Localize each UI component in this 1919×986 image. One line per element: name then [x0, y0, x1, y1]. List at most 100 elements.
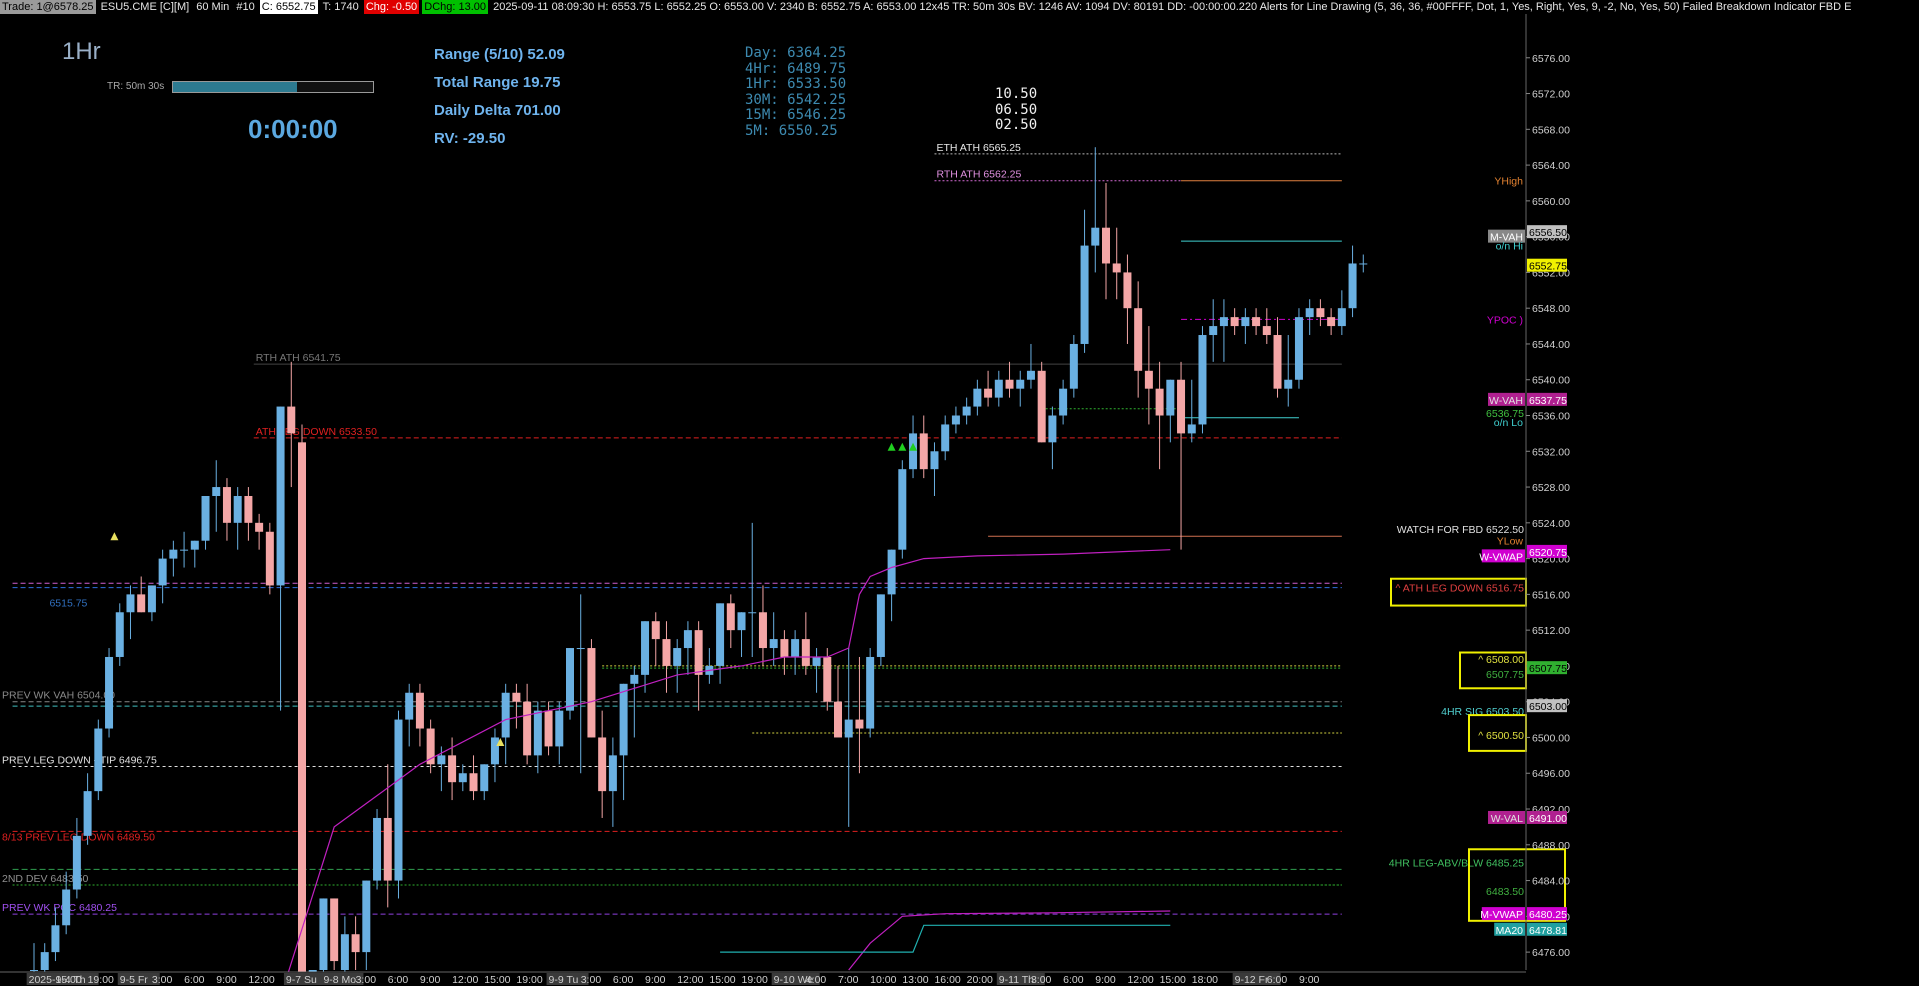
price-chart[interactable]: ETH ATH 6565.25 RTH ATH 6562.25 RTH ATH 65…: [0, 0, 1919, 986]
right-label: o/n Hi: [1496, 241, 1523, 253]
candle-body: [340, 934, 349, 970]
candle-body: [201, 496, 210, 541]
candle-body: [51, 925, 60, 953]
candle-body: [533, 710, 542, 756]
candle-body: [1177, 379, 1186, 434]
candle-body: [180, 549, 189, 551]
candle-body: [319, 898, 328, 970]
y-tick-label: 6572.00: [1532, 89, 1570, 101]
candle-body: [823, 656, 832, 702]
x-tick-label: 9:00: [420, 974, 441, 986]
candle-body: [137, 594, 146, 613]
y-tick-label: 6564.00: [1532, 160, 1570, 172]
y-tick-label: 6500.00: [1532, 732, 1570, 744]
misc-numbers: 10.50 06.50 02.50: [995, 86, 1038, 134]
price-tag: 6507.75: [1529, 663, 1567, 675]
x-tick-label: 13:00: [902, 974, 928, 986]
misc-number-1: 10.50: [995, 86, 1038, 102]
candle-body: [244, 496, 253, 523]
candle-body: [190, 540, 199, 550]
candle-body: [662, 639, 671, 666]
signal-marker: [898, 442, 907, 451]
price-tag: 6552.75: [1529, 261, 1567, 273]
y-tick-label: 6568.00: [1532, 124, 1570, 136]
candle-body: [1123, 272, 1132, 309]
level-label: PREV LEG DOWN - TIP 6496.75: [2, 755, 157, 767]
candle-body: [265, 531, 274, 586]
x-tick-label: 9-8 Mo: [323, 974, 356, 986]
candle-body: [726, 603, 735, 631]
candle-body: [287, 406, 296, 434]
candle-body: [405, 692, 414, 720]
x-tick-label: 12:00: [1127, 974, 1153, 986]
time-remaining-bar: [172, 81, 374, 93]
x-tick-label: 12:00: [677, 974, 703, 986]
tf-level-15m: 15M: 6546.25: [745, 107, 847, 123]
y-tick-label: 6540.00: [1532, 375, 1570, 387]
candle-body: [448, 755, 457, 783]
candle-body: [608, 755, 617, 792]
candle-body: [683, 630, 692, 649]
candle-body: [1209, 326, 1218, 336]
stat-range: Range (5/10) 52.09: [434, 46, 565, 63]
candle-body: [276, 406, 285, 586]
candle-body: [233, 496, 242, 523]
candle-body: [1091, 227, 1100, 246]
candle-body: [673, 648, 682, 666]
left-price-tag: 6515.75: [49, 598, 87, 610]
level-label: ^ 6508.00: [1478, 654, 1524, 666]
y-tick-label: 6496.00: [1532, 768, 1570, 780]
level-label: RTH ATH 6541.75: [256, 352, 341, 364]
candle-body: [694, 630, 703, 675]
candle-body: [1059, 388, 1068, 416]
candle-body: [40, 952, 49, 970]
candle-body: [1230, 317, 1239, 327]
x-tick-label: 12:00: [248, 974, 274, 986]
candle-body: [523, 701, 532, 756]
candle-body: [587, 648, 596, 738]
candle-body: [909, 433, 918, 470]
candle-body: [1166, 379, 1175, 416]
candle-body: [951, 415, 960, 425]
candle-body: [1284, 379, 1293, 389]
candle-body: [373, 817, 382, 881]
misc-number-2: 06.50: [995, 101, 1038, 118]
candle-body: [1327, 317, 1336, 327]
candle-body: [1252, 317, 1261, 327]
x-tick-label: 9:00: [1299, 974, 1320, 986]
tf-level-4hr: 4Hr: 6489.75: [745, 60, 847, 77]
candle-body: [737, 612, 746, 631]
time-axis: 2025-9-4 Th15:00 19:00 9-5 Fr 3:00 6:00 9:00 1…: [0, 971, 1919, 986]
monthly-vwap-line: [848, 910, 1171, 971]
candle-body: [94, 728, 103, 792]
x-tick-label: 9-12 Fr: [1235, 974, 1269, 986]
x-tick-label: 12:00: [452, 974, 478, 986]
candle-body: [887, 549, 896, 595]
right-label: M-VWAP: [1480, 909, 1523, 921]
candle-body: [1112, 263, 1121, 273]
candle-body: [1026, 370, 1035, 380]
x-tick-label: 9:00: [1095, 974, 1116, 986]
tf-level-1hr: 1Hr: 6533.50: [745, 76, 847, 92]
level-lines: ETH ATH 6565.25 RTH ATH 6562.25 RTH ATH 65…: [2, 142, 1524, 915]
candle-body: [1134, 308, 1143, 371]
candle-body: [480, 764, 489, 792]
x-tick-label: 6:00: [1063, 974, 1084, 986]
candle-body: [769, 639, 778, 649]
x-tick-label: 9-9 Tu: [549, 974, 579, 986]
level-label: 6483.50: [1486, 886, 1524, 898]
candle-body: [930, 451, 939, 470]
x-tick-label: 10:00: [870, 974, 896, 986]
candle-body: [501, 692, 510, 738]
x-tick-label: 9:00: [645, 974, 666, 986]
price-tag: 6520.75: [1529, 547, 1567, 559]
x-tick-label: 20:00: [967, 974, 993, 986]
x-tick-label: 9:00: [216, 974, 237, 986]
candles: [30, 147, 1368, 986]
y-tick-label: 6532.00: [1532, 446, 1570, 458]
candle-body: [351, 934, 360, 953]
candle-body: [1187, 424, 1196, 434]
x-tick-label: 9-5 Fr: [120, 974, 149, 986]
timeframe-label: 1Hr: [62, 38, 101, 65]
tf-level-30m: 30M: 6542.25: [745, 91, 847, 108]
